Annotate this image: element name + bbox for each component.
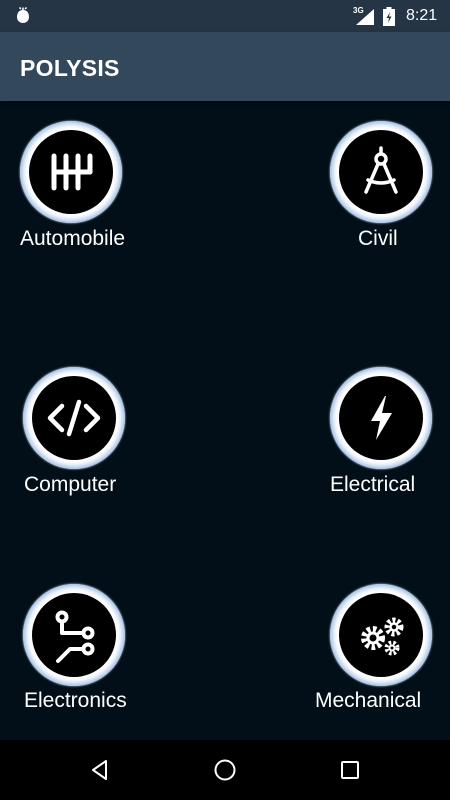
icon-ring [330, 367, 432, 469]
code-icon [47, 399, 101, 437]
category-label: Computer [24, 473, 117, 496]
app-title: POLYSIS [20, 55, 120, 81]
category-label: Electrical [330, 473, 416, 496]
home-icon[interactable] [213, 758, 237, 782]
icon-ring [23, 584, 125, 686]
status-bar: 3G 8:21 [0, 0, 450, 32]
icon-ring [20, 121, 122, 223]
category-civil[interactable]: Civil [310, 118, 450, 258]
icon-ring [330, 584, 432, 686]
category-label: Mechanical [315, 689, 422, 712]
gears-icon [361, 617, 404, 656]
signal-icon [356, 9, 374, 25]
lightning-bolt-icon [371, 396, 392, 440]
back-icon[interactable] [88, 758, 112, 782]
category-label: Civil [358, 227, 398, 250]
category-automobile[interactable]: Automobile [10, 118, 150, 258]
compass-drafting-icon [364, 146, 398, 194]
battery-charging-icon [383, 7, 395, 26]
category-electronics[interactable]: Electronics [10, 581, 150, 721]
category-mechanical[interactable]: Mechanical [305, 581, 445, 721]
icon-ring [330, 121, 432, 223]
navigation-bar [0, 740, 450, 800]
gear-shift-icon [51, 153, 93, 191]
app-icon [17, 7, 29, 23]
category-computer[interactable]: Computer [10, 364, 150, 504]
category-label: Automobile [20, 227, 126, 250]
circuit-icon [55, 610, 95, 663]
recents-icon[interactable] [338, 758, 362, 782]
clock: 8:21 [406, 7, 438, 24]
icon-ring [23, 367, 125, 469]
category-label: Electronics [24, 689, 127, 712]
category-electrical[interactable]: Electrical [310, 364, 450, 504]
app-toolbar: POLYSIS [0, 32, 450, 101]
